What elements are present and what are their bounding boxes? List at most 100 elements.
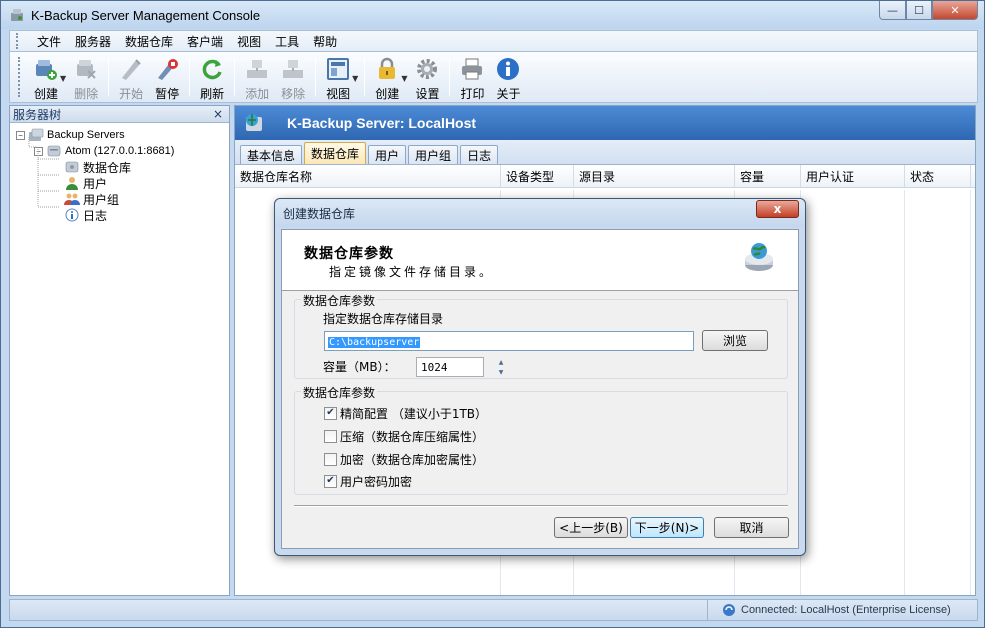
create-lock-dropdown-icon[interactable]: ▼ <box>401 74 407 83</box>
tab-repository[interactable]: 数据仓库 <box>304 142 367 164</box>
option-thin-provisioning[interactable]: ✔ 精简配置 （建议小于1TB） <box>324 405 487 421</box>
connection-status: Connected: LocalHost (Enterprise License… <box>707 600 977 620</box>
create-dropdown-icon[interactable]: ▼ <box>60 74 66 83</box>
create-lock-button[interactable]: 创建 <box>369 55 405 102</box>
checkbox[interactable]: ✔ <box>324 474 337 488</box>
menu-repository[interactable]: 数据仓库 <box>118 33 180 50</box>
tab-users[interactable]: 用户 <box>368 145 407 164</box>
wizard-header: 数据仓库参数 指定镜像文件存储目录。 <box>282 230 798 291</box>
spin-down-icon[interactable]: ▼ <box>494 367 508 377</box>
tab-basic-info[interactable]: 基本信息 <box>240 145 303 164</box>
server-tree-panel: 服务器树 × − Backup Servers − Atom (127.0.0.… <box>9 105 230 596</box>
server-tree-title: 服务器树 <box>13 107 62 122</box>
delete-button[interactable]: 删除 <box>68 55 104 102</box>
toolbar-separator <box>364 58 366 96</box>
delete-icon <box>72 55 100 83</box>
view-label: 视图 <box>326 87 351 101</box>
settings-label: 设置 <box>415 87 440 101</box>
checkbox[interactable] <box>324 452 337 466</box>
check-mark-icon: ✔ <box>326 407 335 418</box>
server-tree: − Backup Servers − Atom (127.0.0.1:8681)… <box>10 123 229 223</box>
browse-button[interactable]: 浏览 <box>702 330 768 351</box>
toolbar-separator <box>315 58 317 96</box>
capacity-label: 容量（MB）： <box>323 360 396 374</box>
remove-label: 移除 <box>281 87 306 101</box>
menu-help[interactable]: 帮助 <box>306 33 344 50</box>
spin-up-icon[interactable]: ▲ <box>494 357 508 367</box>
add-button[interactable]: 添加 <box>239 55 275 102</box>
remove-button[interactable]: 移除 <box>275 55 311 102</box>
add-label: 添加 <box>245 87 270 101</box>
create-button[interactable]: 创建 <box>28 55 64 102</box>
menu-client[interactable]: 客户端 <box>180 33 230 50</box>
create-lock-label: 创建 <box>375 87 400 101</box>
column-header[interactable]: 设备类型 <box>501 165 574 187</box>
lock-icon <box>373 55 401 83</box>
dialog-close-button[interactable]: x <box>756 200 799 218</box>
capacity-input[interactable]: 1024 <box>416 357 484 377</box>
connection-status-text: Connected: LocalHost (Enterprise License… <box>741 604 951 616</box>
start-icon <box>117 55 145 83</box>
tab-log[interactable]: 日志 <box>460 145 499 164</box>
printer-icon <box>458 55 486 83</box>
toolbar-separator <box>234 58 236 96</box>
back-button[interactable]: <上一步(B) <box>554 517 628 538</box>
tree-label: 数据仓库 <box>83 160 132 175</box>
delete-label: 删除 <box>74 87 99 101</box>
menu-server[interactable]: 服务器 <box>68 33 118 50</box>
status-bar: Connected: LocalHost (Enterprise License… <box>9 599 978 621</box>
checkbox[interactable] <box>324 429 337 443</box>
option-compression[interactable]: 压缩（数据仓库压缩属性） <box>324 428 484 444</box>
settings-button[interactable]: 设置 <box>409 55 445 102</box>
pause-button[interactable]: 暂停 <box>149 55 185 102</box>
wizard-heading: 数据仓库参数 <box>304 246 394 262</box>
minimize-button[interactable]: — <box>879 1 906 20</box>
toolbar-separator <box>108 58 110 96</box>
option-encryption[interactable]: 加密（数据仓库加密属性） <box>324 451 484 467</box>
check-mark-icon: ✔ <box>326 475 335 486</box>
column-header[interactable]: 用户认证 <box>801 165 905 187</box>
path-label: 指定数据仓库存储目录 <box>323 312 444 326</box>
toolbar-separator <box>449 58 451 96</box>
start-button[interactable]: 开始 <box>113 55 149 102</box>
maximize-button[interactable]: ☐ <box>906 1 932 20</box>
menu-view[interactable]: 视图 <box>230 33 268 50</box>
disk-globe-icon <box>745 243 773 271</box>
checkbox[interactable]: ✔ <box>324 406 337 420</box>
cancel-button[interactable]: 取消 <box>714 517 789 538</box>
add-icon <box>243 55 271 83</box>
column-header[interactable]: 状态 <box>905 165 971 187</box>
repository-path-input[interactable]: C:\backupserver <box>324 331 694 351</box>
print-button[interactable]: 打印 <box>454 55 490 102</box>
create-label: 创建 <box>33 87 58 101</box>
create-server-icon <box>32 55 60 83</box>
dialog-separator <box>294 505 788 507</box>
menu-grip <box>16 33 20 49</box>
capacity-stepper[interactable]: ▲ ▼ <box>494 357 508 377</box>
tab-user-groups[interactable]: 用户组 <box>408 145 459 164</box>
column-header[interactable]: 容量 <box>735 165 801 187</box>
app-icon <box>9 7 25 23</box>
about-label: 关于 <box>496 87 521 101</box>
window-title: K-Backup Server Management Console <box>31 7 261 23</box>
menu-file[interactable]: 文件 <box>30 33 68 50</box>
server-globe-icon <box>246 114 262 131</box>
print-label: 打印 <box>460 87 485 101</box>
gear-icon <box>413 55 441 83</box>
option-label: 压缩（数据仓库压缩属性） <box>340 429 485 444</box>
view-dropdown-icon[interactable]: ▼ <box>352 74 358 83</box>
refresh-button[interactable]: 刷新 <box>194 55 230 102</box>
start-label: 开始 <box>119 87 144 101</box>
menu-tools[interactable]: 工具 <box>268 33 306 50</box>
option-label: 用户密码加密 <box>340 474 413 489</box>
table-header: 数据仓库名称 设备类型 源目录 容量 用户认证 状态 <box>235 165 975 188</box>
close-window-button[interactable]: ✕ <box>932 1 978 20</box>
option-user-password-encryption[interactable]: ✔ 用户密码加密 <box>324 473 412 489</box>
table-column <box>801 190 905 595</box>
next-button[interactable]: 下一步(N)> <box>630 517 704 538</box>
view-button[interactable]: 视图 <box>320 55 356 102</box>
about-button[interactable]: 关于 <box>490 55 526 102</box>
panel-close-icon[interactable]: × <box>213 107 223 121</box>
column-header[interactable]: 数据仓库名称 <box>235 165 501 187</box>
column-header[interactable]: 源目录 <box>574 165 735 187</box>
